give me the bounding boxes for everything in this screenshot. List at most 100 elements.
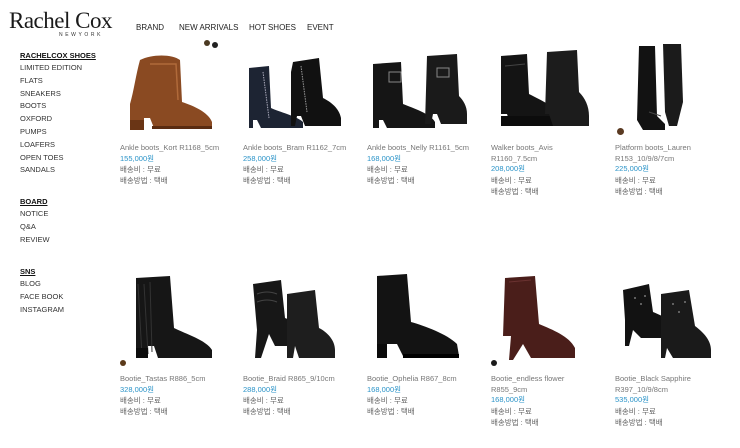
black-ophelia-bootie-icon[interactable] <box>367 272 475 360</box>
product-name[interactable]: Ankle boots_Nelly R1161_5cm <box>367 143 485 154</box>
black-buckle-ankle-boot-icon[interactable] <box>367 42 475 130</box>
brown-ankle-boot-icon[interactable] <box>120 42 228 130</box>
shipping-method: 배송방법 : 택배 <box>615 417 663 427</box>
shipping-fee: 배송비 : 무료 <box>120 165 161 174</box>
nav-new-arrivals[interactable]: NEW ARRIVALS <box>179 23 249 32</box>
product-card[interactable]: Platform boots_Lauren R153_10/9/8/7cm 22… <box>615 42 733 196</box>
top-navigation: BRAND NEW ARRIVALS HOT SHOES EVENT <box>136 23 334 32</box>
navy-zip-ankle-boot-icon[interactable] <box>243 42 351 130</box>
product-name-line2[interactable]: R397_10/9/8cm <box>615 385 733 396</box>
product-card[interactable]: Bootie_Ophelia R867_8cm 168,000원 배송비 : 무… <box>367 272 485 416</box>
product-name-line2[interactable]: R153_10/9/8/7cm <box>615 154 733 165</box>
sidebar-item-loafers[interactable]: LOAFERS <box>20 139 115 152</box>
black-tall-platform-boot-icon[interactable] <box>615 42 723 130</box>
shipping-method: 배송방법 : 택배 <box>491 417 539 427</box>
color-swatch-olive[interactable] <box>204 40 210 46</box>
nav-event[interactable]: EVENT <box>307 23 334 32</box>
product-card[interactable]: Bootie_Tastas R886_5cm 328,000원 배송비 : 무료… <box>120 272 238 416</box>
product-info: Bootie_endless flower R855_9cm 168,000원 … <box>491 374 609 428</box>
product-info: Walker boots_Avis R1160_7.5cm 208,000원 배… <box>491 143 609 197</box>
brown-flower-bootie-icon[interactable] <box>491 272 599 360</box>
product-info: Bootie_Ophelia R867_8cm 168,000원 배송비 : 무… <box>367 374 485 417</box>
sidebar-heading-shoes[interactable]: RACHELCOX SHOES <box>20 50 115 62</box>
nav-brand[interactable]: BRAND <box>136 23 179 32</box>
product-info: Ankle boots_Kort R1168_5cm 155,000원 배송비 … <box>120 143 238 186</box>
sidebar-item-boots[interactable]: BOOTS <box>20 100 115 113</box>
shipping-fee: 배송비 : 무료 <box>243 396 284 405</box>
product-card[interactable]: Bootie_Braid R865_9/10cm 288,000원 배송비 : … <box>243 272 361 416</box>
brand-logo[interactable]: Rachel Cox NEWYORK <box>9 8 121 39</box>
product-price: 328,000원 <box>120 384 155 394</box>
product-name-line2[interactable]: R855_9cm <box>491 385 609 396</box>
product-price: 208,000원 <box>491 164 526 173</box>
product-card[interactable]: Ankle boots_Nelly R1161_5cm 168,000원 배송비… <box>367 42 485 185</box>
product-info: Bootie_Braid R865_9/10cm 288,000원 배송비 : … <box>243 374 361 417</box>
color-swatch-black[interactable] <box>491 360 497 366</box>
black-walker-boot-icon[interactable] <box>491 42 599 130</box>
product-price: 168,000원 <box>367 153 402 163</box>
brand-name: Rachel Cox <box>9 8 112 33</box>
nav-hot-shoes[interactable]: HOT SHOES <box>249 23 307 32</box>
shipping-fee: 배송비 : 무료 <box>367 165 408 174</box>
product-card[interactable]: Ankle boots_Kort R1168_5cm 155,000원 배송비 … <box>120 42 238 185</box>
product-name[interactable]: Ankle boots_Bram R1162_7cm <box>243 143 361 154</box>
product-name[interactable]: Ankle boots_Kort R1168_5cm <box>120 143 238 154</box>
shipping-method: 배송방법 : 택배 <box>491 186 539 196</box>
product-name[interactable]: Bootie_Black Sapphire <box>615 374 733 385</box>
sidebar-item-qna[interactable]: Q&A <box>20 221 115 234</box>
product-info: Bootie_Black Sapphire R397_10/9/8cm 535,… <box>615 374 733 428</box>
product-price: 155,000원 <box>120 153 155 163</box>
sidebar-item-sneakers[interactable]: SNEAKERS <box>20 88 115 101</box>
shipping-method: 배송방법 : 택배 <box>243 176 291 185</box>
shipping-fee: 배송비 : 무료 <box>491 406 532 416</box>
shipping-fee: 배송비 : 무료 <box>615 406 656 416</box>
shipping-fee: 배송비 : 무료 <box>491 175 532 185</box>
black-braid-bootie-icon[interactable] <box>243 272 351 360</box>
color-swatch-brown[interactable] <box>617 128 624 135</box>
product-name[interactable]: Platform boots_Lauren <box>615 143 733 154</box>
shipping-fee: 배송비 : 무료 <box>120 396 161 405</box>
shipping-method: 배송방법 : 택배 <box>615 186 663 196</box>
sidebar-item-flats[interactable]: FLATS <box>20 75 115 88</box>
product-info: Platform boots_Lauren R153_10/9/8/7cm 22… <box>615 143 733 197</box>
color-swatch-black[interactable] <box>212 42 218 48</box>
color-swatch-brown[interactable] <box>120 360 126 366</box>
sidebar-item-limited-edition[interactable]: LIMITED EDITION <box>20 62 115 75</box>
sidebar-item-facebook[interactable]: FACE BOOK <box>20 291 115 304</box>
product-info: Ankle boots_Bram R1162_7cm 258,000원 배송비 … <box>243 143 361 186</box>
product-price: 535,000원 <box>615 395 650 404</box>
sidebar-heading-board[interactable]: BOARD <box>20 196 115 208</box>
product-name[interactable]: Walker boots_Avis <box>491 143 609 154</box>
product-card[interactable]: Walker boots_Avis R1160_7.5cm 208,000원 배… <box>491 42 609 196</box>
product-price: 225,000원 <box>615 164 650 173</box>
product-name[interactable]: Bootie_endless flower <box>491 374 609 385</box>
shipping-method: 배송방법 : 택배 <box>243 407 291 416</box>
product-name[interactable]: Bootie_Tastas R886_5cm <box>120 374 238 385</box>
product-name-line2[interactable]: R1160_7.5cm <box>491 154 609 165</box>
sidebar-item-sandals[interactable]: SANDALS <box>20 164 115 177</box>
sidebar-item-review[interactable]: REVIEW <box>20 234 115 247</box>
sidebar-item-oxford[interactable]: OXFORD <box>20 113 115 126</box>
product-name[interactable]: Bootie_Ophelia R867_8cm <box>367 374 485 385</box>
sidebar-item-notice[interactable]: NOTICE <box>20 208 115 221</box>
product-card[interactable]: Bootie_endless flower R855_9cm 168,000원 … <box>491 272 609 427</box>
sidebar-item-open-toes[interactable]: OPEN TOES <box>20 152 115 165</box>
product-card[interactable]: Ankle boots_Bram R1162_7cm 258,000원 배송비 … <box>204 40 361 185</box>
sidebar-item-instagram[interactable]: INSTAGRAM <box>20 304 115 317</box>
brand-subtitle: NEWYORK <box>59 32 104 38</box>
sidebar-item-blog[interactable]: BLOG <box>20 278 115 291</box>
sidebar-heading-sns[interactable]: SNS <box>20 266 115 278</box>
shipping-fee: 배송비 : 무료 <box>243 165 284 174</box>
sidebar-sns-group: SNS BLOG FACE BOOK INSTAGRAM <box>20 266 115 316</box>
shipping-method: 배송방법 : 택배 <box>120 407 168 416</box>
product-info: Bootie_Tastas R886_5cm 328,000원 배송비 : 무료… <box>120 374 238 417</box>
product-card[interactable]: Bootie_Black Sapphire R397_10/9/8cm 535,… <box>615 272 733 427</box>
sidebar-board-group: BOARD NOTICE Q&A REVIEW <box>20 196 115 246</box>
product-name[interactable]: Bootie_Braid R865_9/10cm <box>243 374 361 385</box>
shipping-fee: 배송비 : 무료 <box>615 175 656 185</box>
sidebar-item-pumps[interactable]: PUMPS <box>20 126 115 139</box>
black-fringe-bootie-icon[interactable] <box>120 272 228 360</box>
sidebar-shoes-group: RACHELCOX SHOES LIMITED EDITION FLATS SN… <box>20 50 115 177</box>
shipping-method: 배송방법 : 택배 <box>367 407 415 416</box>
black-sapphire-bootie-icon[interactable] <box>615 272 723 360</box>
